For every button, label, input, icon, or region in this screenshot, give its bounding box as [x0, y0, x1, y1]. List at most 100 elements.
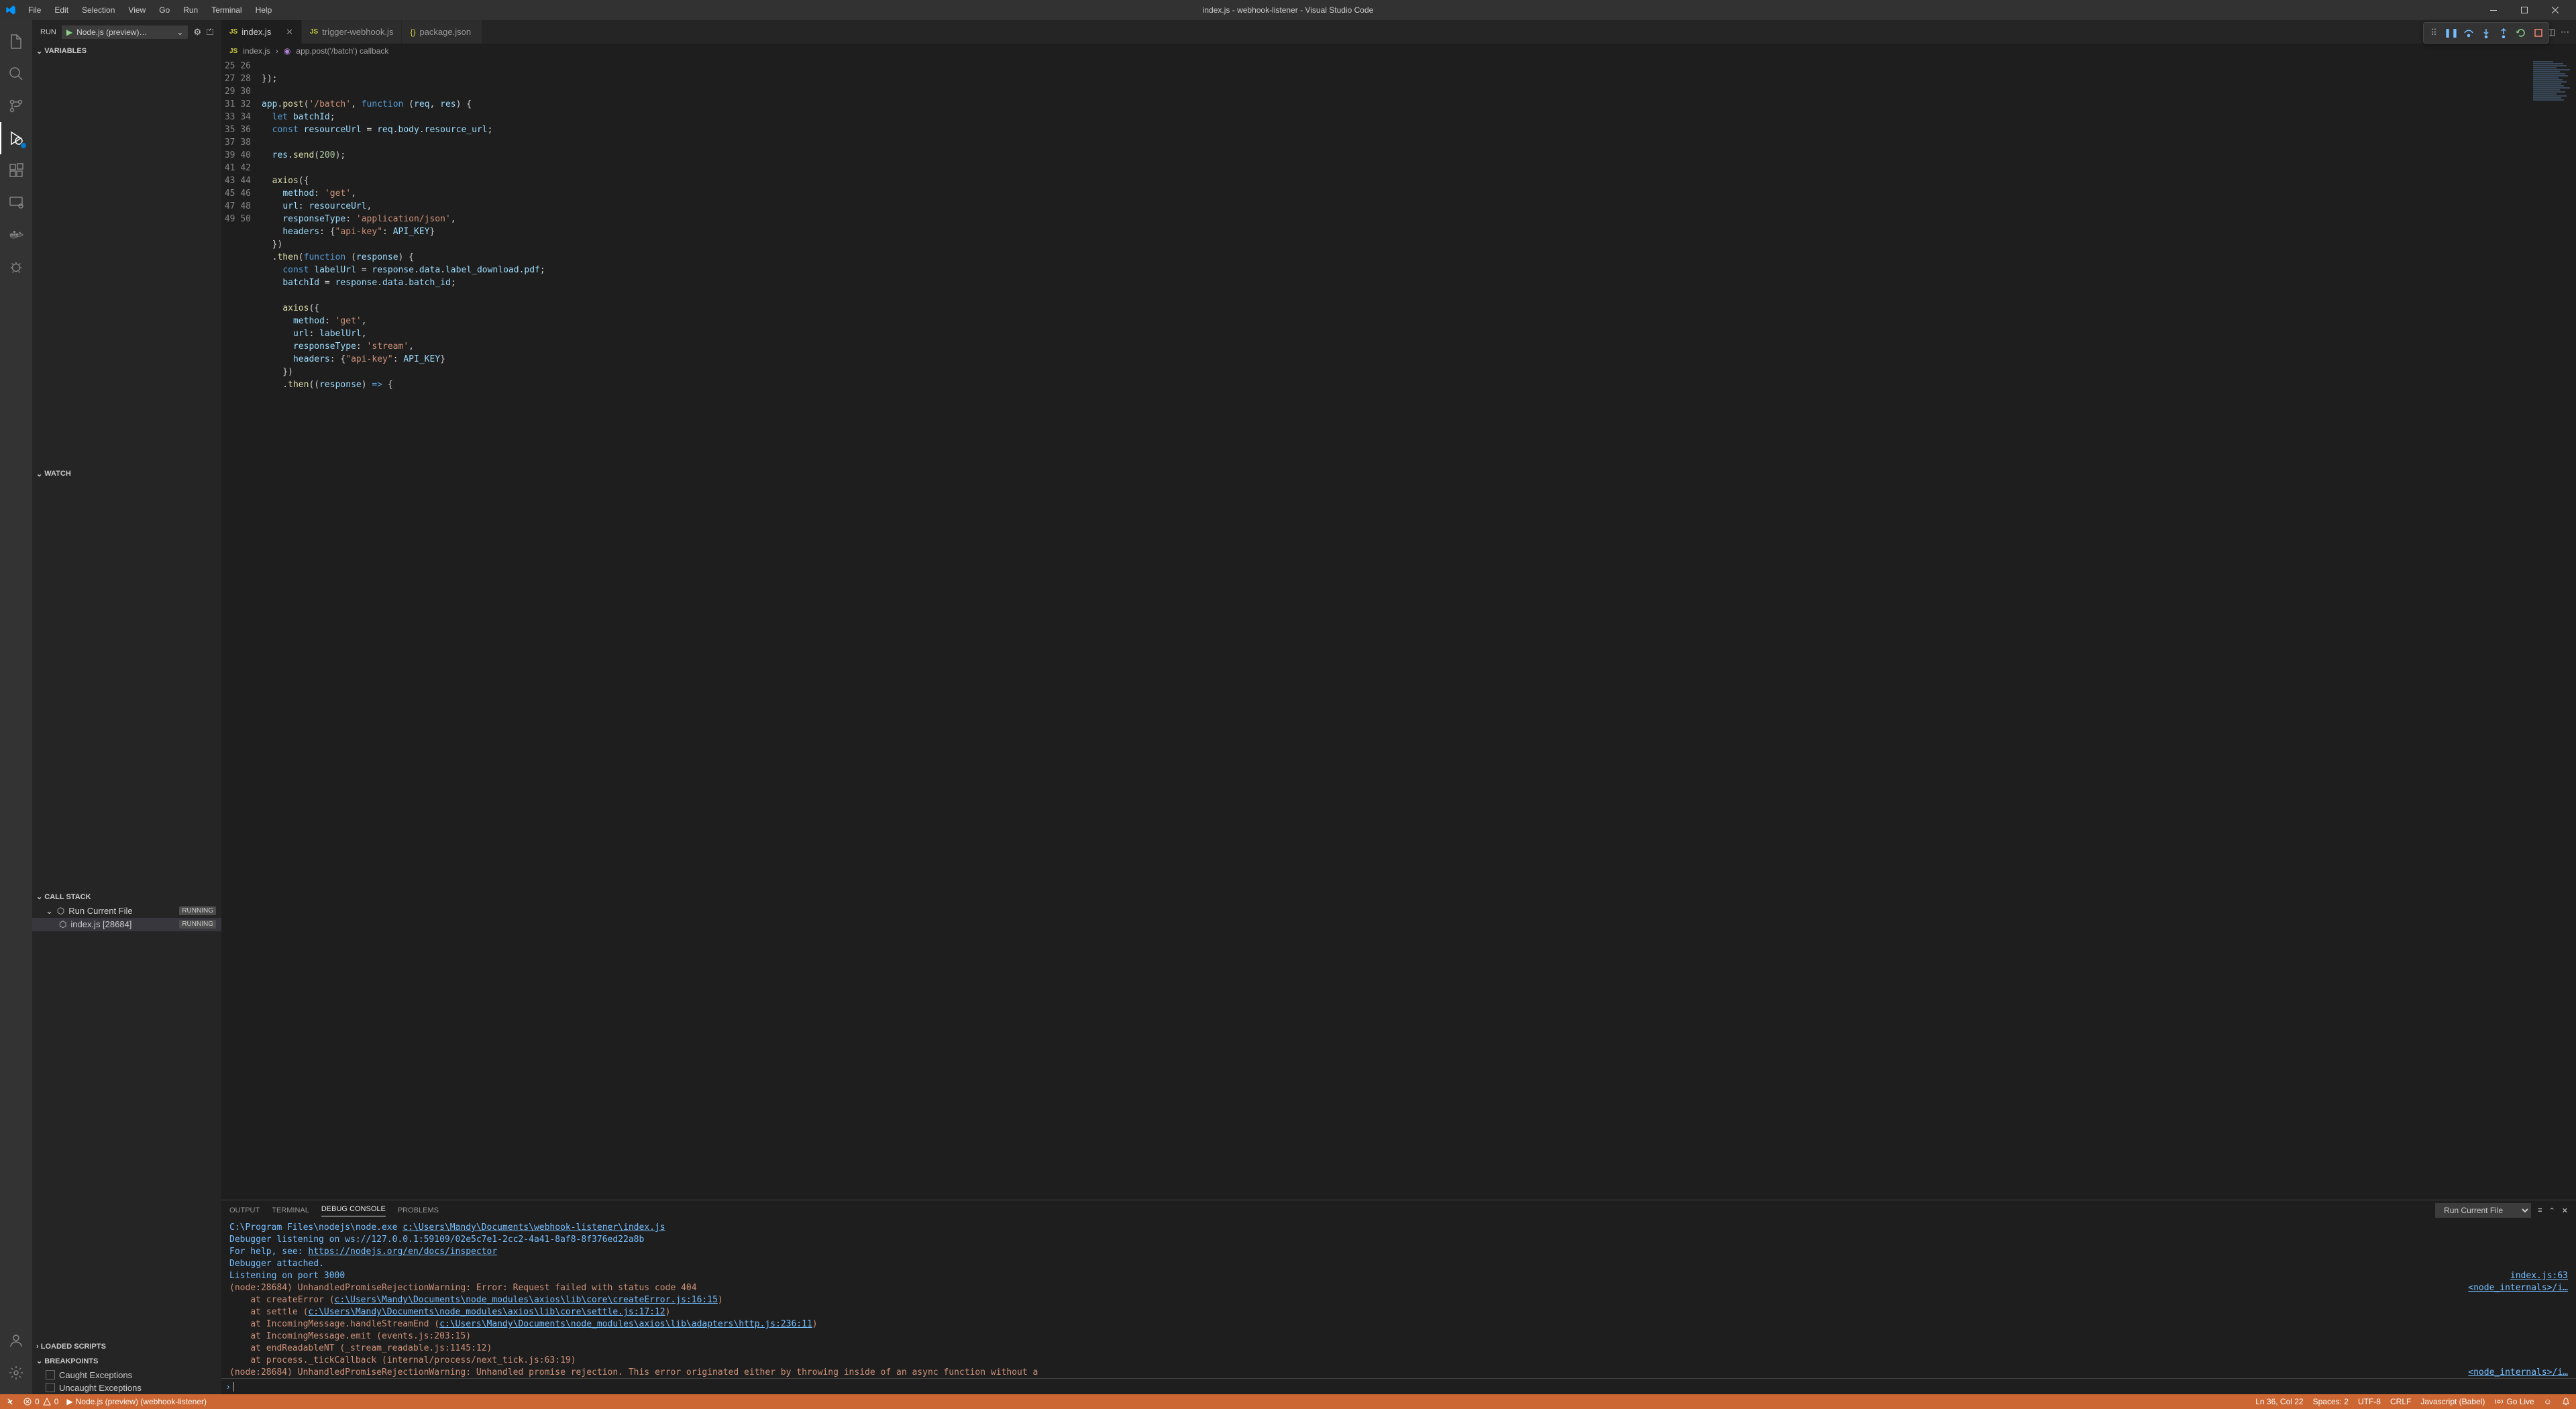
- encoding[interactable]: UTF-8: [2358, 1397, 2381, 1406]
- menu-view[interactable]: View: [123, 3, 151, 17]
- chevron-right-icon: ›: [276, 46, 278, 56]
- callstack-child[interactable]: ⬡ index.js [28684] Running: [32, 918, 221, 931]
- menu-selection[interactable]: Selection: [76, 3, 120, 17]
- collapse-icon[interactable]: ⌃: [2549, 1206, 2555, 1215]
- cursor-position[interactable]: Ln 36, Col 22: [2255, 1397, 2303, 1406]
- pause-icon[interactable]: ❚❚: [2443, 24, 2460, 42]
- step-over-icon[interactable]: [2460, 24, 2477, 42]
- vscode-icon: [5, 5, 16, 15]
- menu-run[interactable]: Run: [178, 3, 203, 17]
- variables-header[interactable]: ⌄ Variables: [32, 44, 221, 58]
- search-icon[interactable]: [0, 58, 32, 90]
- remote-icon[interactable]: [0, 187, 32, 219]
- bug-icon[interactable]: [0, 251, 32, 283]
- callstack-header[interactable]: ⌄ Call Stack: [32, 890, 221, 904]
- restart-icon[interactable]: [2512, 24, 2530, 42]
- extensions-icon[interactable]: [0, 154, 32, 187]
- step-into-icon[interactable]: [2477, 24, 2495, 42]
- chevron-right-icon: ›: [227, 1381, 229, 1392]
- js-icon: JS: [229, 28, 237, 36]
- go-live[interactable]: Go Live: [2494, 1397, 2534, 1406]
- source-link[interactable]: index.js:63: [2510, 1270, 2568, 1282]
- file-link[interactable]: c:\Users\Mandy\Documents\node_modules\ax…: [308, 1307, 665, 1317]
- menu-terminal[interactable]: Terminal: [206, 3, 247, 17]
- indentation[interactable]: Spaces: 2: [2313, 1397, 2349, 1406]
- chevron-down-icon: ⌄: [36, 1357, 42, 1365]
- tab-index-js[interactable]: JS index.js ✕: [221, 20, 302, 44]
- title-bar: File Edit Selection View Go Run Terminal…: [0, 0, 2576, 20]
- json-icon: {}: [410, 28, 415, 37]
- uncaught-exceptions[interactable]: Uncaught Exceptions: [32, 1381, 221, 1394]
- problems-status[interactable]: 0 0: [23, 1397, 58, 1406]
- file-link[interactable]: c:\Users\Mandy\Documents\node_modules\ax…: [439, 1319, 812, 1329]
- tab-bar: JS index.js ✕ JS trigger-webhook.js {} p…: [221, 20, 2576, 44]
- bell-icon[interactable]: [2561, 1397, 2571, 1406]
- close-panel-icon[interactable]: ✕: [2562, 1206, 2568, 1215]
- tab-problems[interactable]: Problems: [398, 1206, 439, 1214]
- source-control-icon[interactable]: [0, 90, 32, 122]
- source-link[interactable]: <node_internals>/i…: [2468, 1282, 2568, 1294]
- js-icon: JS: [229, 48, 237, 55]
- url-link[interactable]: https://nodejs.org/en/docs/inspector: [308, 1247, 497, 1257]
- remote-status[interactable]: [5, 1397, 15, 1406]
- docker-icon[interactable]: [0, 219, 32, 251]
- stop-icon[interactable]: [2530, 24, 2547, 42]
- file-link[interactable]: c:\Users\Mandy\Documents\node_modules\ax…: [335, 1295, 718, 1305]
- tab-output[interactable]: Output: [229, 1206, 260, 1214]
- tab-trigger-webhook[interactable]: JS trigger-webhook.js: [302, 20, 402, 44]
- explorer-icon[interactable]: [0, 25, 32, 58]
- chevron-down-icon: ⌄: [46, 906, 53, 917]
- menu-edit[interactable]: Edit: [49, 3, 74, 17]
- drag-handle-icon[interactable]: ⠿: [2425, 24, 2443, 42]
- close-button[interactable]: [2540, 0, 2571, 20]
- code-editor[interactable]: }); app.post('/batch', function (req, re…: [262, 58, 2522, 1200]
- running-badge: Running: [179, 906, 216, 915]
- debug-console-output[interactable]: C:\Program Files\nodejs\node.exe c:\User…: [221, 1220, 2576, 1378]
- close-icon[interactable]: ✕: [286, 27, 293, 38]
- step-out-icon[interactable]: [2495, 24, 2512, 42]
- debug-icon: ⬡: [57, 906, 64, 917]
- gear-icon[interactable]: ⚙: [193, 27, 201, 38]
- tab-debug-console[interactable]: Debug Console: [321, 1205, 386, 1216]
- debug-filter-dropdown[interactable]: Run Current File: [2435, 1203, 2531, 1218]
- file-link[interactable]: c:\Users\Mandy\Documents\webhook-listene…: [402, 1222, 665, 1233]
- minimize-button[interactable]: [2478, 0, 2509, 20]
- debug-console-icon[interactable]: ⏍: [207, 27, 213, 38]
- feedback-icon[interactable]: ☺: [2544, 1397, 2552, 1406]
- more-icon[interactable]: ⋯: [2561, 27, 2569, 38]
- clear-icon[interactable]: ≡: [2538, 1206, 2542, 1214]
- checkbox[interactable]: [46, 1370, 55, 1379]
- menu-go[interactable]: Go: [154, 3, 175, 17]
- caught-exceptions[interactable]: Caught Exceptions: [32, 1369, 221, 1381]
- debug-icon: ⬡: [59, 919, 66, 930]
- callstack-root[interactable]: ⌄ ⬡ Run Current File Running: [32, 904, 221, 918]
- chevron-down-icon: ⌄: [36, 47, 42, 56]
- method-icon: ◉: [284, 46, 290, 56]
- menu-help[interactable]: Help: [250, 3, 278, 17]
- chevron-down-icon: ⌄: [36, 892, 42, 901]
- breakpoints-header[interactable]: ⌄ Breakpoints: [32, 1354, 221, 1369]
- debug-console-input[interactable]: ›: [221, 1378, 2576, 1394]
- minimap[interactable]: [2522, 58, 2576, 1200]
- checkbox[interactable]: [46, 1383, 55, 1392]
- run-debug-icon[interactable]: [0, 122, 32, 154]
- eol[interactable]: CRLF: [2390, 1397, 2411, 1406]
- debug-status[interactable]: ▶ Node.js (preview) (webhook-listener): [66, 1397, 207, 1406]
- window-title: index.js - webhook-listener - Visual Stu…: [1203, 5, 1374, 15]
- tab-package-json[interactable]: {} package.json: [402, 20, 482, 44]
- bottom-panel: Output Terminal Debug Console Problems R…: [221, 1200, 2576, 1394]
- source-link[interactable]: <node_internals>/i…: [2468, 1367, 2568, 1378]
- menu-file[interactable]: File: [23, 3, 46, 17]
- tab-terminal[interactable]: Terminal: [272, 1206, 309, 1214]
- breadcrumbs[interactable]: JS index.js › ◉ app.post('/batch') callb…: [221, 44, 2576, 58]
- chevron-down-icon: ⌄: [36, 470, 42, 478]
- run-config-dropdown[interactable]: ▶ Node.js (preview)… ⌄: [62, 25, 189, 39]
- accounts-icon[interactable]: [0, 1324, 32, 1357]
- watch-header[interactable]: ⌄ Watch: [32, 466, 221, 481]
- play-icon: ▶: [66, 28, 72, 37]
- maximize-button[interactable]: [2509, 0, 2540, 20]
- settings-icon[interactable]: [0, 1357, 32, 1389]
- activity-bar: [0, 20, 32, 1394]
- language-mode[interactable]: Javascript (Babel): [2420, 1397, 2485, 1406]
- loaded-scripts-header[interactable]: › Loaded Scripts: [32, 1339, 221, 1354]
